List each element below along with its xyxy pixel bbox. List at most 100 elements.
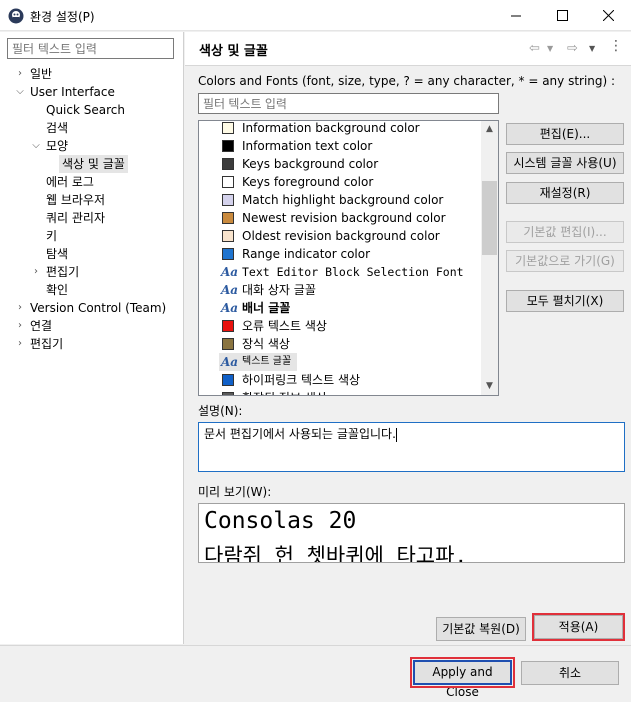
tree-item[interactable]: 쿼리 관리자: [0, 209, 184, 227]
side-button[interactable]: 기본값으로 가기(G): [506, 250, 624, 272]
color-swatch-icon: [222, 122, 234, 134]
chevron-down-icon[interactable]: ⌵: [30, 137, 42, 155]
dialog-footer: Apply and Close 취소: [0, 645, 631, 699]
tree-item[interactable]: › 연결: [0, 317, 184, 335]
tree-item[interactable]: 에러 로그: [0, 173, 184, 191]
apply-and-close-button[interactable]: Apply and Close: [410, 657, 515, 699]
color-swatch-icon: [222, 158, 234, 170]
page-header: 색상 및 글꼴 ⇦ ▼ ⇨ ▼ ⋮: [185, 32, 631, 66]
chevron-right-icon[interactable]: ›: [30, 263, 42, 281]
back-dropdown-icon[interactable]: ▼: [547, 44, 553, 53]
side-button[interactable]: 기본값 편집(I)...: [506, 221, 624, 243]
side-button[interactable]: 시스템 글꼴 사용(U): [506, 152, 624, 174]
list-scrollbar[interactable]: ▲ ▼: [481, 121, 498, 395]
list-item[interactable]: Aa Text Editor Block Selection Font: [199, 263, 482, 281]
preference-tree-panel: › 일반 ⌵ User Interface Quick Search 검색 ⌵ 모양색상 및 …: [0, 32, 184, 644]
restore-defaults-button[interactable]: 기본값 복원(D): [436, 617, 526, 641]
tree-item[interactable]: 탐색: [0, 245, 184, 263]
text-caret: [395, 427, 397, 442]
list-item[interactable]: Match highlight background color: [199, 191, 482, 209]
color-swatch-icon: [222, 392, 234, 395]
preview-label: 미리 보기(W):: [198, 485, 272, 499]
list-item-label: Text Editor Block Selection Font: [242, 265, 464, 279]
list-item[interactable]: Oldest revision background color: [199, 227, 482, 245]
font-icon: Aa: [221, 265, 239, 279]
font-icon: Aa: [221, 301, 239, 315]
color-swatch-icon: [222, 176, 234, 188]
tree-item-label: 탐색: [46, 247, 69, 261]
tree-item-label: 검색: [46, 121, 69, 135]
list-item[interactable]: Keys foreground color: [199, 173, 482, 191]
tree-item[interactable]: 웹 브라우저: [0, 191, 184, 209]
list-item[interactable]: 오류 텍스트 색상: [199, 317, 482, 335]
list-item[interactable]: Aa 대화 상자 글꼴: [199, 281, 482, 299]
list-item-label: 오류 텍스트 색상: [242, 319, 327, 333]
scroll-down-icon[interactable]: ▼: [481, 378, 498, 395]
chevron-down-icon[interactable]: ⌵: [14, 83, 26, 101]
tree-item[interactable]: 키: [0, 227, 184, 245]
list-item-label: 대화 상자 글꼴: [242, 283, 316, 297]
list-item[interactable]: 장식 색상: [199, 335, 482, 353]
side-button[interactable]: 편집(E)...: [506, 123, 624, 145]
more-options-icon[interactable]: ⋮: [609, 38, 623, 54]
list-item-label: Newest revision background color: [242, 211, 446, 225]
side-button[interactable]: 모두 펼치기(X): [506, 290, 624, 312]
list-item-label: 배너 글꼴: [242, 301, 291, 315]
tree-filter-input[interactable]: [7, 38, 174, 59]
side-button[interactable]: 재설정(R): [506, 182, 624, 204]
tree-item[interactable]: Quick Search: [0, 101, 184, 119]
tree-item[interactable]: › 일반: [0, 65, 184, 83]
colors-filter-input[interactable]: [198, 93, 499, 114]
chevron-right-icon[interactable]: ›: [14, 317, 26, 335]
list-item[interactable]: Information text color: [199, 137, 482, 155]
tree-item-label: 에러 로그: [46, 175, 94, 189]
tree-item-label: 쿼리 관리자: [46, 211, 106, 225]
tree-item[interactable]: ⌵ 모양: [0, 137, 184, 155]
chevron-right-icon[interactable]: ›: [14, 335, 26, 353]
list-item[interactable]: Newest revision background color: [199, 209, 482, 227]
tree-item[interactable]: 검색: [0, 119, 184, 137]
forward-arrow-icon[interactable]: ⇨: [567, 41, 578, 56]
list-item[interactable]: Aa 텍스트 글꼴: [219, 353, 297, 371]
scroll-up-icon[interactable]: ▲: [481, 121, 498, 138]
tree-item-label: Version Control (Team): [30, 301, 167, 315]
chevron-right-icon[interactable]: ›: [14, 299, 26, 317]
title-bar: 환경 설정(P): [0, 0, 631, 31]
tree-item[interactable]: › 편집기: [0, 335, 184, 353]
list-item[interactable]: Aa 배너 글꼴: [199, 299, 482, 317]
list-item-label: Keys foreground color: [242, 175, 374, 189]
back-arrow-icon[interactable]: ⇦: [529, 41, 540, 56]
tree-item[interactable]: 색상 및 글꼴: [0, 155, 184, 173]
tree-item-label: User Interface: [30, 85, 115, 99]
tree-item[interactable]: › 편집기: [0, 263, 184, 281]
forward-dropdown-icon[interactable]: ▼: [589, 44, 595, 53]
tree-item[interactable]: ⌵ User Interface: [0, 83, 184, 101]
close-button[interactable]: [585, 0, 631, 31]
color-swatch-icon: [222, 140, 234, 152]
minimize-icon: [511, 15, 521, 16]
scroll-thumb[interactable]: [482, 181, 497, 255]
tree-item[interactable]: › Version Control (Team): [0, 299, 184, 317]
apply-button[interactable]: 적용(A): [532, 613, 625, 641]
eclipse-app-icon: [8, 8, 24, 24]
description-text: 문서 편집기에서 사용되는 글꼴입니다.: [204, 427, 396, 441]
description-textarea[interactable]: 문서 편집기에서 사용되는 글꼴입니다.: [198, 422, 625, 472]
list-item-label: Match highlight background color: [242, 193, 444, 207]
list-item[interactable]: Keys background color: [199, 155, 482, 173]
list-item-label: 하이퍼링크 텍스트 색상: [242, 373, 361, 387]
list-item[interactable]: Range indicator color: [199, 245, 482, 263]
chevron-right-icon[interactable]: ›: [14, 65, 26, 83]
font-icon: Aa: [221, 355, 239, 369]
maximize-button[interactable]: [539, 0, 585, 31]
list-item[interactable]: 확장된 정보 색상: [199, 389, 482, 395]
colors-fonts-list[interactable]: Information background color Information …: [198, 120, 499, 396]
list-item-label: Range indicator color: [242, 247, 371, 261]
color-swatch-icon: [222, 320, 234, 332]
tree-item[interactable]: 확인: [0, 281, 184, 299]
preview-font-name: Consolas 20: [204, 508, 357, 534]
list-item[interactable]: Information background color: [199, 121, 482, 137]
cancel-button[interactable]: 취소: [521, 661, 619, 685]
tree-item-label: 일반: [30, 67, 53, 81]
minimize-button[interactable]: [493, 0, 539, 31]
list-item[interactable]: 하이퍼링크 텍스트 색상: [199, 371, 482, 389]
